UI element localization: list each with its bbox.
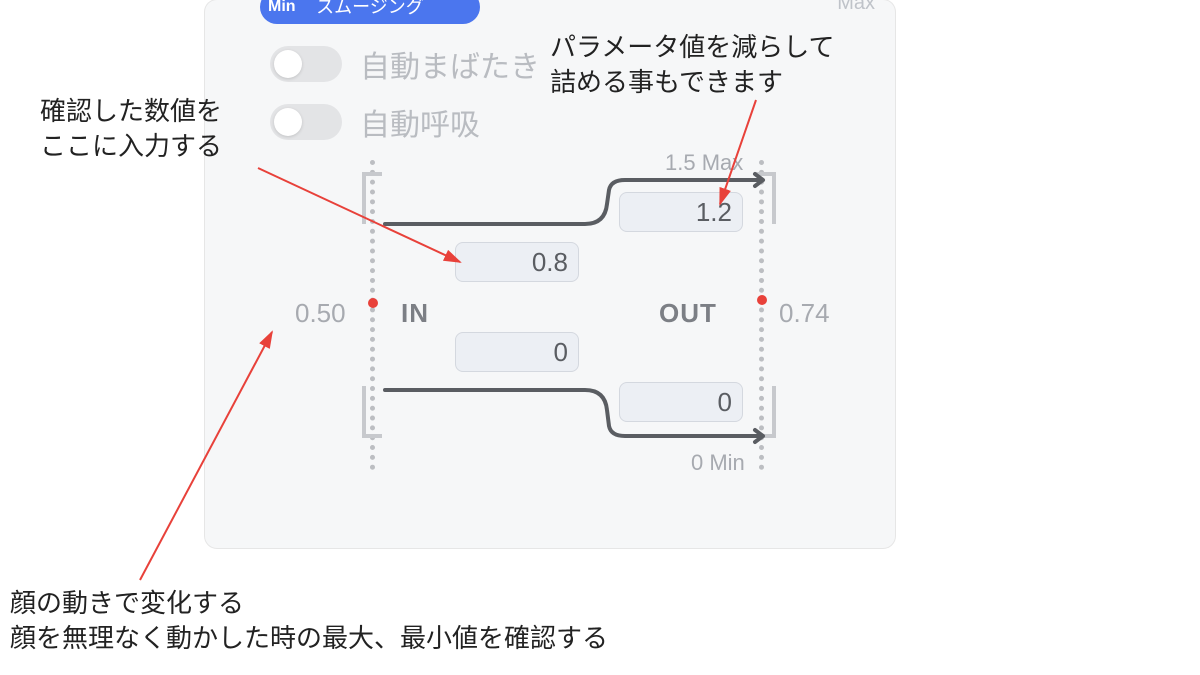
smoothing-pill[interactable]: Min スムージング (260, 0, 480, 24)
out-label: OUT (659, 298, 717, 329)
in-label: IN (401, 298, 429, 329)
out-min-label: 0 Min (691, 450, 745, 476)
auto-breath-row: 自動呼吸 (270, 100, 480, 144)
toggle-knob (274, 50, 302, 78)
in-live-value: 0.50 (295, 298, 346, 329)
out-max-label: 1.5 Max (665, 150, 743, 176)
in-max-input[interactable]: 0.8 (455, 242, 579, 282)
auto-blink-label: 自動まばたき (360, 42, 540, 86)
out-min-input[interactable]: 0 (619, 382, 743, 422)
smoothing-max-label: Max (837, 0, 875, 15)
auto-blink-toggle[interactable] (270, 46, 342, 82)
smoothing-min-label: Min (268, 0, 296, 24)
toggle-knob (274, 108, 302, 136)
annotation-input-here: 確認した数値を ここに入力する (40, 94, 222, 164)
out-max-input[interactable]: 1.2 (619, 192, 743, 232)
curve-paths (265, 150, 835, 480)
out-live-value: 0.74 (779, 298, 830, 329)
curve-editor: 1.5 Max 0 Min 0.8 1.2 0 0 IN OUT 0.50 0.… (265, 150, 835, 480)
auto-breath-toggle[interactable] (270, 104, 342, 140)
in-min-input[interactable]: 0 (455, 332, 579, 372)
auto-blink-row: 自動まばたき (270, 42, 540, 86)
annotation-face-range: 顔の動きで変化する 顔を無理なく動かした時の最大、最小値を確認する (10, 586, 608, 656)
smoothing-pill-label: スムージング (316, 0, 424, 17)
auto-breath-label: 自動呼吸 (360, 100, 480, 144)
annotation-reduce-param: パラメータ値を減らして 詰める事もできます (550, 30, 834, 100)
